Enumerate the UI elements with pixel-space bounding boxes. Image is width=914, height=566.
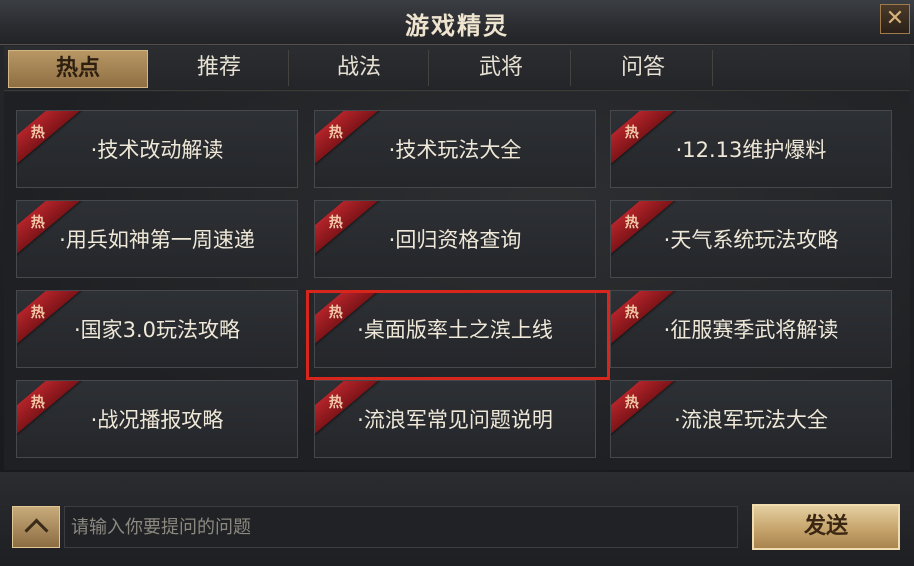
topic-card[interactable]: 热 ·技术玩法大全	[314, 110, 596, 188]
tab-generals[interactable]: 武将	[432, 50, 571, 86]
game-assistant-window: 游戏精灵 ✕ 热点 推荐 战法 武将 问答 热 ·技术改动解读 热 ·技术玩法大…	[0, 0, 914, 566]
topic-label: ·天气系统玩法攻略	[663, 228, 839, 252]
topic-label: ·战况播报攻略	[90, 408, 224, 432]
topic-card[interactable]: 热 ·战况播报攻略	[16, 380, 298, 458]
topic-card[interactable]: 热 ·征服赛季武将解读	[610, 290, 892, 368]
tab-recommend[interactable]: 推荐	[150, 50, 289, 86]
topic-grid: 热 ·技术改动解读 热 ·技术玩法大全 热 ·12.13维护爆料 热 ·用兵如神…	[4, 92, 910, 470]
topic-label: ·用兵如神第一周速递	[59, 228, 255, 252]
tab-bar: 热点 推荐 战法 武将 问答	[4, 46, 910, 91]
topic-card[interactable]: 热 ·用兵如神第一周速递	[16, 200, 298, 278]
title-bar: 游戏精灵 ✕	[0, 0, 914, 45]
window-title: 游戏精灵	[405, 12, 509, 40]
question-input[interactable]	[64, 506, 738, 548]
topic-label: ·技术玩法大全	[388, 138, 522, 162]
tab-hot[interactable]: 热点	[8, 50, 148, 88]
topic-card[interactable]: 热 ·12.13维护爆料	[610, 110, 892, 188]
chevron-up-icon	[23, 517, 49, 543]
topic-card[interactable]: 热 ·技术改动解读	[16, 110, 298, 188]
topic-card[interactable]: 热 ·流浪军玩法大全	[610, 380, 892, 458]
topic-label: ·流浪军玩法大全	[674, 408, 828, 432]
topic-card[interactable]: 热 ·流浪军常见问题说明	[314, 380, 596, 458]
send-button[interactable]: 发送	[752, 504, 900, 550]
expand-button[interactable]	[12, 506, 60, 548]
topic-label: ·国家3.0玩法攻略	[73, 318, 241, 342]
topic-card[interactable]: 热 ·回归资格查询	[314, 200, 596, 278]
close-button[interactable]: ✕	[880, 4, 910, 34]
topic-label: ·回归资格查询	[388, 228, 522, 252]
topic-label: ·技术改动解读	[90, 138, 224, 162]
topic-card[interactable]: 热 ·国家3.0玩法攻略	[16, 290, 298, 368]
topic-card[interactable]: 热 ·天气系统玩法攻略	[610, 200, 892, 278]
topic-label: ·流浪军常见问题说明	[357, 408, 553, 432]
topic-label: ·征服赛季武将解读	[663, 318, 839, 342]
tab-qa[interactable]: 问答	[574, 50, 713, 86]
tab-tactics[interactable]: 战法	[290, 50, 429, 86]
topic-label: ·12.13维护爆料	[675, 138, 827, 162]
selection-highlight	[306, 290, 610, 380]
